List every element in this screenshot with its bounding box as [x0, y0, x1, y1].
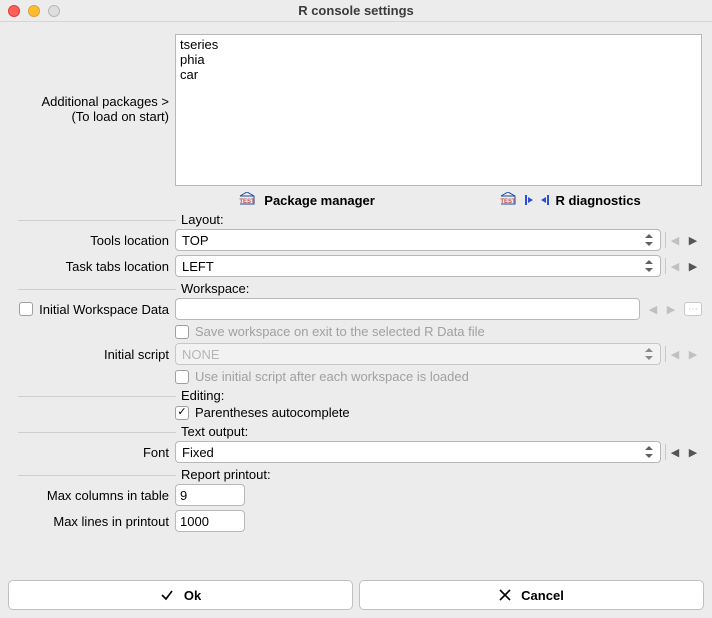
- section-editing: Editing:: [10, 388, 702, 403]
- font-label: Font: [10, 445, 175, 460]
- workspace-data-nav: ◀ ▶: [644, 298, 680, 320]
- initial-workspace-data-field[interactable]: [175, 298, 640, 320]
- section-workspace: Workspace:: [10, 281, 702, 296]
- close-window-button[interactable]: [8, 5, 20, 17]
- browse-icon[interactable]: ⋯: [684, 302, 702, 316]
- initial-workspace-data-checkbox[interactable]: [19, 302, 33, 316]
- max-lines-field[interactable]: [175, 510, 245, 532]
- window-controls: [8, 5, 60, 17]
- section-layout: Layout:: [10, 212, 702, 227]
- initial-script-label: Initial script: [10, 347, 175, 362]
- zoom-window-button: [48, 5, 60, 17]
- initial-workspace-data-label: Initial Workspace Data: [39, 302, 169, 317]
- task-tabs-nav: ◀ ▶: [665, 255, 702, 277]
- test-icon: TEST: [236, 192, 258, 208]
- next-arrow-icon[interactable]: ▶: [684, 441, 702, 463]
- additional-packages-textarea[interactable]: [175, 34, 702, 186]
- use-initial-script-checkbox: [175, 370, 189, 384]
- next-arrow-icon: ▶: [662, 298, 680, 320]
- prev-arrow-icon: ◀: [666, 229, 684, 251]
- save-workspace-label: Save workspace on exit to the selected R…: [195, 324, 485, 339]
- font-nav: ◀ ▶: [665, 441, 702, 463]
- window-title: R console settings: [298, 3, 414, 18]
- max-columns-label: Max columns in table: [10, 488, 175, 503]
- r-diagnostics-link[interactable]: TEST R diagnostics: [497, 192, 640, 208]
- max-lines-label: Max lines in printout: [10, 514, 175, 529]
- prev-arrow-icon[interactable]: ◀: [666, 441, 684, 463]
- close-icon: [499, 589, 511, 601]
- task-tabs-location-label: Task tabs location: [10, 259, 175, 274]
- ok-button[interactable]: Ok: [8, 580, 353, 610]
- task-tabs-location-select[interactable]: LEFT: [175, 255, 661, 277]
- font-select[interactable]: Fixed: [175, 441, 661, 463]
- use-initial-script-label: Use initial script after each workspace …: [195, 369, 469, 384]
- max-columns-field[interactable]: [175, 484, 245, 506]
- package-manager-link[interactable]: TEST Package manager: [236, 192, 375, 208]
- tools-location-nav: ◀ ▶: [665, 229, 702, 251]
- save-workspace-checkbox: [175, 325, 189, 339]
- check-icon: [160, 588, 174, 602]
- minimize-window-button[interactable]: [28, 5, 40, 17]
- cancel-button[interactable]: Cancel: [359, 580, 704, 610]
- initial-script-nav: ◀ ▶: [665, 343, 702, 365]
- next-arrow-icon[interactable]: ▶: [684, 255, 702, 277]
- prev-arrow-icon: ◀: [666, 255, 684, 277]
- section-text-output: Text output:: [10, 424, 702, 439]
- section-report-printout: Report printout:: [10, 467, 702, 482]
- svg-text:TEST: TEST: [240, 199, 256, 205]
- prev-arrow-icon: ◀: [666, 343, 684, 365]
- diagnostics-icon: [525, 193, 549, 207]
- titlebar: R console settings: [0, 0, 712, 22]
- next-arrow-icon: ▶: [684, 343, 702, 365]
- test-icon: TEST: [497, 192, 519, 208]
- tools-location-select[interactable]: TOP: [175, 229, 661, 251]
- svg-text:TEST: TEST: [501, 199, 517, 205]
- tools-location-label: Tools location: [10, 233, 175, 248]
- initial-script-select: NONE: [175, 343, 661, 365]
- next-arrow-icon[interactable]: ▶: [684, 229, 702, 251]
- prev-arrow-icon: ◀: [644, 298, 662, 320]
- parentheses-autocomplete-checkbox[interactable]: [175, 406, 189, 420]
- additional-packages-label: Additional packages > (To load on start): [10, 34, 175, 124]
- parentheses-autocomplete-label: Parentheses autocomplete: [195, 405, 350, 420]
